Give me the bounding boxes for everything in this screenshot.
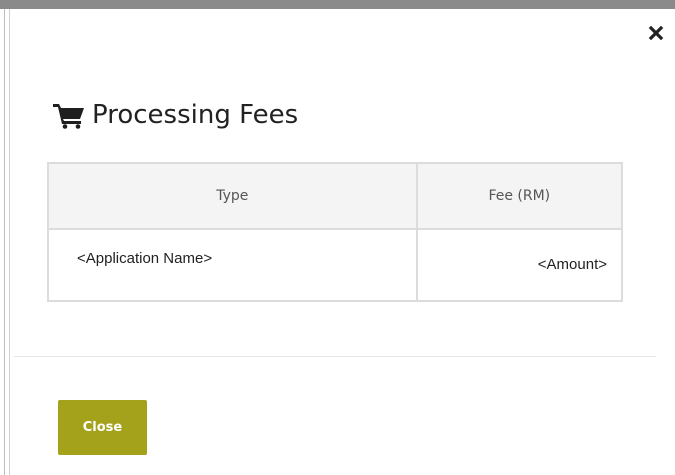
modal-title: Processing Fees [92, 100, 299, 130]
modal-title-row: Processing Fees [52, 95, 298, 135]
backdrop-left-edge [0, 9, 9, 475]
backdrop-top-edge [0, 0, 675, 9]
table-row: <Application Name> <Amount> [47, 228, 624, 302]
close-x-icon[interactable] [645, 22, 667, 44]
cell-application-name: <Application Name> [47, 228, 418, 302]
close-button[interactable]: Close [58, 400, 147, 455]
column-header-fee: Fee (RM) [415, 162, 624, 230]
screen: Processing Fees Type Fee (RM) <Applicati… [0, 0, 675, 475]
table-header-row: Type Fee (RM) [47, 162, 624, 230]
fees-table: Type Fee (RM) <Application Name> <Amount… [47, 162, 624, 302]
shopping-cart-icon [52, 100, 88, 130]
footer-divider [14, 356, 656, 357]
cell-amount: <Amount> [415, 228, 624, 302]
column-header-type: Type [47, 162, 418, 230]
